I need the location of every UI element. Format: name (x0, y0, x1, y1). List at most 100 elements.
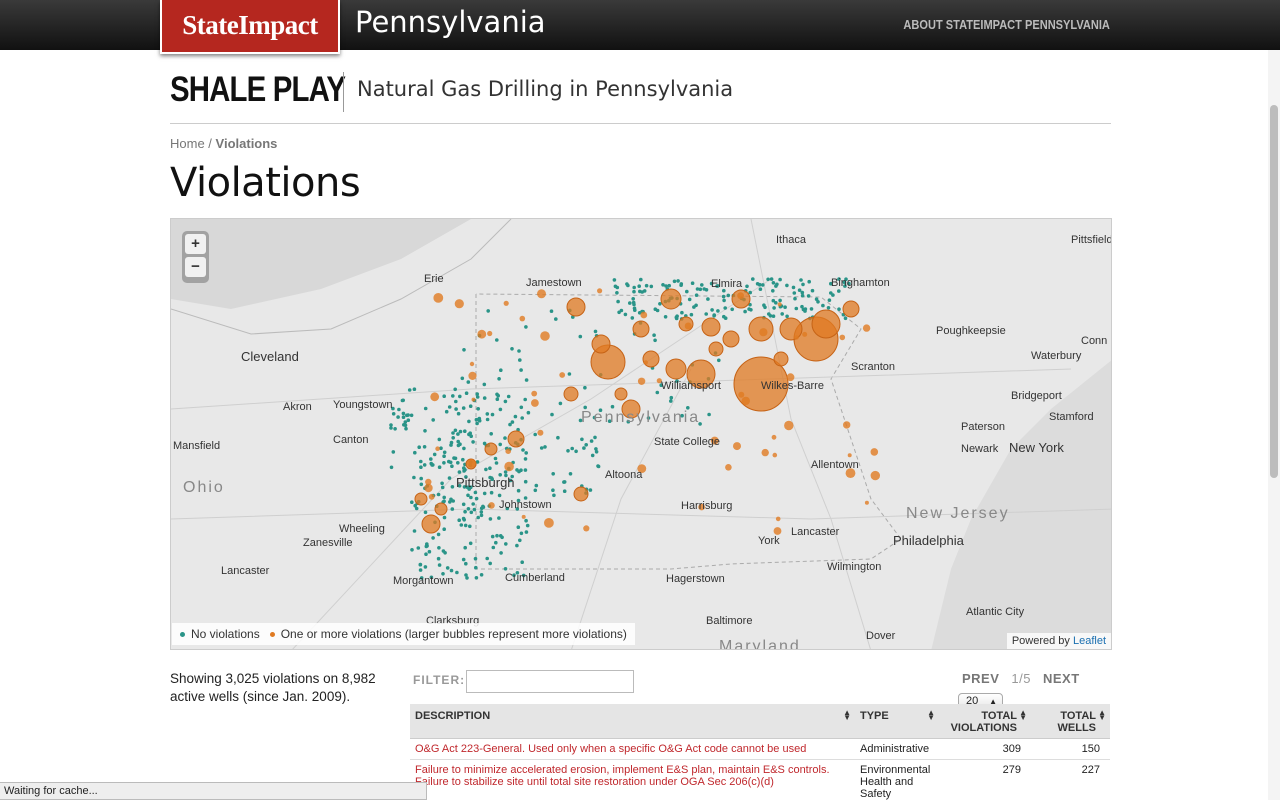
well-marker (494, 540, 498, 545)
well-marker (457, 470, 462, 474)
col-total-wells[interactable]: TOTAL WELLS ▲ ▼ (1031, 704, 1110, 739)
well-marker (450, 485, 455, 489)
well-marker (503, 436, 507, 440)
map-city-label: Waterbury (1031, 350, 1082, 362)
violation-bubble (771, 434, 777, 440)
map-city-label: Elmira (711, 278, 743, 290)
breadcrumb-home[interactable]: Home (170, 136, 205, 151)
col-total-violations[interactable]: TOTAL VIOLATIONS ▲ ▼ (939, 704, 1031, 739)
well-marker (429, 457, 433, 461)
road-line (292, 278, 772, 649)
violations-map[interactable]: Ithaca Pittsfield Erie Jamestown Elmira Bingh… (170, 218, 1112, 650)
well-marker (533, 432, 537, 437)
well-marker (771, 298, 776, 303)
well-marker (477, 418, 482, 423)
well-marker (706, 297, 710, 301)
well-marker (468, 404, 473, 408)
filter-input[interactable] (466, 670, 634, 693)
row-type: Environmental Health and Safety (855, 759, 939, 800)
violation-bubble (591, 334, 611, 354)
well-marker (499, 368, 503, 372)
well-marker (410, 500, 414, 505)
violation-bubble (454, 299, 464, 309)
stateimpact-logo[interactable]: StateImpact (160, 0, 340, 54)
well-marker (431, 536, 435, 540)
scrollbar-thumb[interactable] (1270, 105, 1278, 478)
well-marker (423, 565, 428, 569)
well-marker (676, 279, 680, 283)
row-description: O&G Act 223-General. Used only when a sp… (410, 738, 855, 760)
well-marker (593, 435, 597, 440)
col-type[interactable]: TYPE ▲ ▼ (855, 704, 939, 739)
violation-bubble (773, 527, 782, 535)
attribution-text: Powered by (1011, 635, 1073, 647)
well-marker (783, 305, 787, 309)
well-marker (694, 293, 699, 297)
leaflet-link[interactable]: Leaflet (1073, 635, 1106, 647)
col-description-label: DESCRIPTION (415, 710, 491, 722)
violation-bubble (870, 448, 879, 456)
violation-bubble (741, 396, 750, 406)
violation-bubble (537, 289, 546, 299)
col-description[interactable]: DESCRIPTION ▲ ▼ (410, 704, 855, 739)
map-city-label: Maryland (719, 638, 801, 650)
well-marker (431, 463, 435, 467)
violation-bubble (614, 387, 628, 401)
well-marker (582, 446, 586, 450)
section-title[interactable]: SHALE PLAY (170, 70, 346, 110)
well-marker (616, 299, 620, 304)
site-state-name[interactable]: Pennsylvania (355, 5, 546, 39)
well-marker (412, 475, 416, 480)
well-marker (442, 515, 447, 520)
well-marker (453, 428, 458, 433)
violation-bubble (862, 324, 871, 332)
scrollbar[interactable] (1268, 50, 1280, 800)
no-violation-dot-icon (180, 632, 185, 638)
well-marker (807, 279, 811, 284)
next-page-button[interactable]: NEXT (1043, 671, 1080, 686)
well-marker (769, 277, 774, 281)
map-city-label: Morgantown (393, 575, 454, 587)
map-city-label: Allentown (811, 459, 859, 471)
well-marker (450, 464, 454, 468)
about-link[interactable]: ABOUT STATEIMPACT PENNSYLVANIA (904, 17, 1110, 32)
violation-bubble (684, 322, 692, 330)
well-marker (574, 449, 578, 454)
table-row[interactable]: O&G Act 223-General. Used only when a sp… (410, 738, 1110, 760)
well-marker (747, 307, 751, 311)
well-marker (436, 492, 441, 497)
zoom-out-button[interactable]: − (185, 257, 206, 277)
well-marker (436, 556, 441, 561)
well-marker (474, 565, 478, 570)
map-city-label: State College (654, 436, 720, 448)
well-marker (797, 288, 802, 292)
well-marker (482, 491, 487, 496)
prev-page-button[interactable]: PREV (962, 671, 999, 686)
map-canvas[interactable]: Ithaca Pittsfield Erie Jamestown Elmira Bingh… (171, 219, 1112, 650)
map-city-label: Atlantic City (966, 606, 1025, 618)
well-marker (518, 538, 522, 543)
zoom-in-button[interactable]: + (185, 234, 206, 254)
well-marker (475, 395, 480, 399)
violation-bubble (540, 331, 550, 341)
map-city-label: Scranton (851, 361, 895, 373)
well-marker (474, 576, 479, 580)
well-marker (525, 523, 530, 528)
well-marker (837, 307, 841, 311)
map-city-label: Erie (424, 273, 444, 285)
violation-bubble (469, 361, 475, 367)
violation-bubble (414, 492, 428, 506)
well-marker (424, 552, 428, 556)
table-row[interactable]: Failure to minimize accelerated erosion,… (410, 759, 1110, 800)
well-marker (457, 518, 462, 522)
well-marker (792, 291, 797, 295)
violation-bubble (794, 335, 799, 340)
well-marker (442, 454, 446, 458)
well-marker (458, 429, 463, 434)
well-marker (454, 399, 458, 404)
row-violations: 279 (939, 759, 1031, 800)
well-marker (778, 277, 782, 282)
well-marker (449, 568, 454, 573)
well-marker (497, 377, 501, 381)
well-marker (568, 472, 573, 476)
